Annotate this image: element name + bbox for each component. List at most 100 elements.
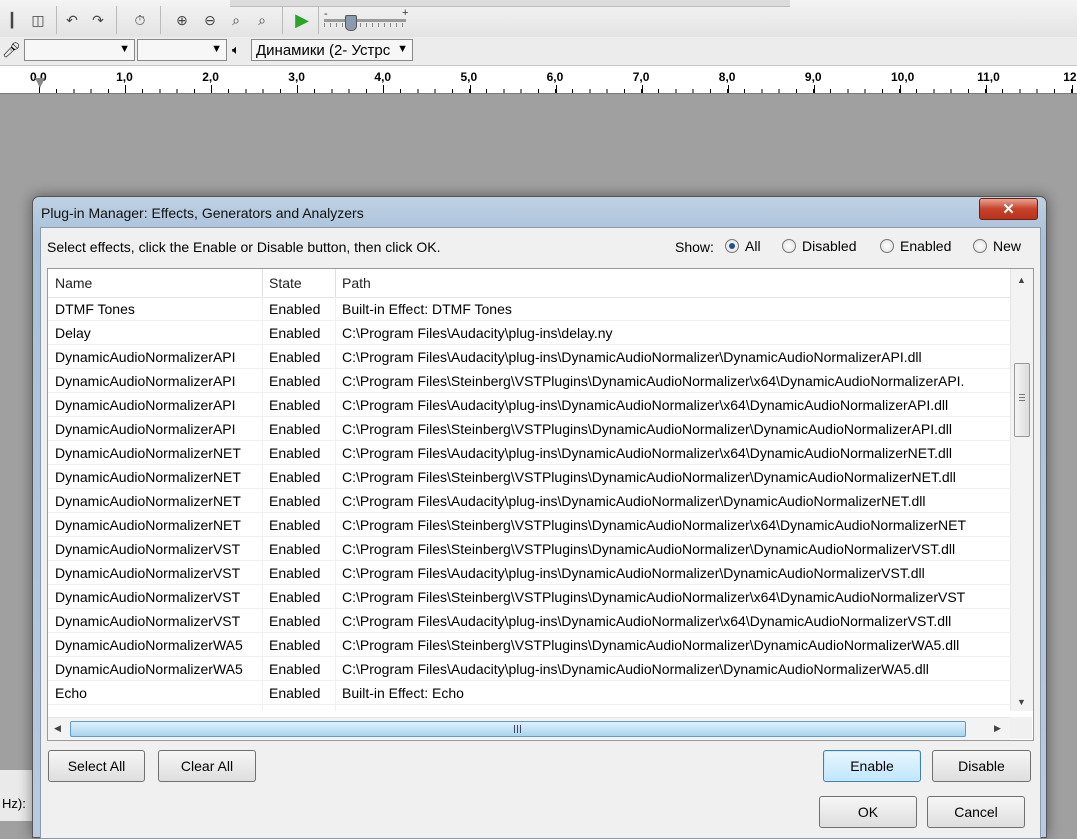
- zoom-out-icon[interactable]: ⊖: [198, 9, 222, 31]
- plugin-rows: DTMF Tones Enabled Built-in Effect: DTMF T…: [48, 297, 1010, 711]
- toolbar-strip: [230, 0, 790, 7]
- trim-icon[interactable]: ▕▏: [0, 9, 24, 31]
- filter-enabled-radio[interactable]: Enabled: [880, 238, 951, 254]
- horizontal-scrollbar[interactable]: ◀ ▶: [48, 717, 1010, 740]
- plugin-row[interactable]: DynamicAudioNormalizerVST Enabled C:\Progr…: [48, 609, 1010, 633]
- plugin-row[interactable]: DynamicAudioNormalizerVST Enabled C:\Progr…: [48, 585, 1010, 609]
- zoom-in-icon[interactable]: ⊕: [170, 9, 194, 31]
- plugin-row[interactable]: Echo Enabled Built-in Effect: Echo: [48, 681, 1010, 705]
- plugin-row[interactable]: DynamicAudioNormalizerNET Enabled C:\Progr…: [48, 465, 1010, 489]
- disable-button[interactable]: Disable: [932, 750, 1031, 782]
- list-header: Name State Path: [48, 269, 1010, 298]
- silence-icon[interactable]: ◫: [26, 9, 50, 31]
- enable-button[interactable]: Enable: [823, 750, 921, 782]
- plugin-name-cell: DynamicAudioNormalizerVST: [55, 589, 241, 605]
- timeline-ruler[interactable]: 0,0 1,0 2,0 3,0 4,0 5,0 6,0 7,0 8,0 9,0 10,0 11,0 12…: [0, 66, 1077, 94]
- audacity-toolbar: ▕▏ ◫ ↶ ↷ ⏱ ⊕ ⊖ ⌕ ⌕ ▶ - +: [0, 0, 1077, 38]
- plugin-name-cell: DynamicAudioNormalizerWA5: [55, 661, 243, 677]
- toolbar-divider: [56, 6, 57, 34]
- ruler-major-tick: [900, 85, 901, 93]
- plugin-path-cell: Built-in Effect: Echo: [342, 685, 464, 701]
- plugin-row[interactable]: DynamicAudioNormalizerWA5 Enabled C:\Progr…: [48, 657, 1010, 681]
- plugin-state-cell: Enabled: [269, 301, 321, 317]
- plugin-name-cell: Equalization: [55, 709, 261, 711]
- plugin-row[interactable]: DynamicAudioNormalizerAPI Enabled C:\Progr…: [48, 417, 1010, 441]
- scroll-left-icon[interactable]: ◀: [54, 723, 61, 734]
- plugin-name-cell: DynamicAudioNormalizerNET: [55, 493, 241, 509]
- plugin-path-cell: Built-in Effect: Equalization: [342, 709, 1010, 711]
- plugin-name-cell: DynamicAudioNormalizerVST: [55, 541, 241, 557]
- audio-host-dropdown[interactable]: ▼: [24, 39, 135, 61]
- column-divider[interactable]: [262, 269, 263, 297]
- ruler-minor-ticks: [39, 89, 1077, 93]
- scroll-up-icon[interactable]: ▲: [1017, 275, 1026, 285]
- plugin-path-cell: C:\Program Files\Audacity\plug-ins\delay…: [342, 325, 613, 341]
- fit-selection-icon[interactable]: ⌕: [224, 9, 248, 31]
- redo-icon[interactable]: ↷: [86, 9, 110, 31]
- plugin-row[interactable]: DynamicAudioNormalizerNET Enabled C:\Progr…: [48, 513, 1010, 537]
- clear-all-button[interactable]: Clear All: [158, 750, 256, 782]
- horizontal-scroll-thumb[interactable]: [70, 721, 966, 737]
- plugin-state-cell: Enabled: [269, 445, 321, 461]
- playhead-marker[interactable]: [35, 78, 45, 88]
- plugin-row[interactable]: DynamicAudioNormalizerAPI Enabled C:\Progr…: [48, 345, 1010, 369]
- filter-all-radio[interactable]: All: [725, 238, 761, 254]
- ruler-tick-label: 5,0: [460, 70, 478, 84]
- plugin-state-cell: Enabled: [269, 493, 321, 509]
- column-header-path[interactable]: Path: [342, 275, 371, 291]
- plugin-row[interactable]: DynamicAudioNormalizerNET Enabled C:\Progr…: [48, 489, 1010, 513]
- column-divider[interactable]: [335, 269, 336, 297]
- select-all-button[interactable]: Select All: [48, 750, 145, 782]
- column-header-name[interactable]: Name: [55, 275, 92, 291]
- playback-volume-slider[interactable]: [324, 19, 406, 22]
- plugin-row[interactable]: DynamicAudioNormalizerNET Enabled C:\Progr…: [48, 441, 1010, 465]
- radio-unselected-icon: [782, 239, 796, 253]
- scroll-down-icon[interactable]: ▼: [1017, 697, 1026, 707]
- speaker-icon: 🔈︎: [232, 42, 240, 57]
- sync-lock-icon[interactable]: ⏱: [128, 9, 152, 31]
- plugin-path-cell: C:\Program Files\Steinberg\VSTPlugins\Dy…: [342, 421, 952, 437]
- ruler-major-tick: [297, 85, 299, 93]
- plugin-name-cell: DynamicAudioNormalizerAPI: [55, 397, 236, 413]
- scroll-right-icon[interactable]: ▶: [994, 723, 1001, 734]
- plugin-state-cell: Enabled: [269, 565, 321, 581]
- column-header-state[interactable]: State: [269, 275, 302, 291]
- ok-button[interactable]: OK: [819, 796, 917, 828]
- instructions-text: Select effects, click the Enable or Disa…: [47, 239, 441, 255]
- recording-device-dropdown[interactable]: ▼: [137, 39, 227, 61]
- toolbar-divider: [318, 6, 319, 34]
- plugin-row[interactable]: DynamicAudioNormalizerVST Enabled C:\Progr…: [48, 537, 1010, 561]
- ruler-tick-label: 2,0: [202, 70, 219, 84]
- ruler-tick-label: 7,0: [632, 70, 650, 84]
- close-button[interactable]: ✕: [979, 198, 1038, 220]
- ruler-major-tick: [813, 85, 815, 93]
- plugin-state-cell: Enabled: [269, 325, 321, 341]
- plugin-row[interactable]: DynamicAudioNormalizerAPI Enabled C:\Progr…: [48, 393, 1010, 417]
- show-filter-label: Show:: [675, 239, 714, 255]
- volume-slider-thumb[interactable]: [345, 15, 357, 31]
- plugin-list[interactable]: Name State Path DTMF Tones Enabled Built-i…: [47, 268, 1034, 741]
- plugin-state-cell: Enabled: [269, 469, 321, 485]
- plugin-row[interactable]: DynamicAudioNormalizerAPI Enabled C:\Progr…: [48, 369, 1010, 393]
- filter-disabled-radio[interactable]: Disabled: [782, 238, 856, 254]
- cancel-button[interactable]: Cancel: [927, 796, 1025, 828]
- vertical-scroll-thumb[interactable]: [1014, 363, 1030, 437]
- toolbar-divider: [160, 6, 161, 34]
- play-icon[interactable]: ▶: [290, 9, 314, 31]
- fit-project-icon[interactable]: ⌕: [250, 9, 274, 31]
- vertical-scrollbar[interactable]: ▲ ▼: [1010, 269, 1033, 711]
- undo-icon[interactable]: ↶: [60, 9, 84, 31]
- plugin-row[interactable]: DTMF Tones Enabled Built-in Effect: DTMF T…: [48, 297, 1010, 321]
- plugin-path-cell: C:\Program Files\Audacity\plug-ins\Dynam…: [342, 661, 929, 677]
- plugin-row[interactable]: DynamicAudioNormalizerWA5 Enabled C:\Progr…: [48, 633, 1010, 657]
- filter-new-radio[interactable]: New: [973, 238, 1021, 254]
- ruler-major-tick: [211, 85, 213, 93]
- plugin-row[interactable]: Equalization Enabled Built-in Effect: Equa…: [48, 705, 1010, 711]
- plugin-path-cell: C:\Program Files\Audacity\plug-ins\Dynam…: [342, 493, 926, 509]
- plugin-path-cell: C:\Program Files\Steinberg\VSTPlugins\Dy…: [342, 637, 960, 653]
- plugin-state-cell: Enabled: [269, 517, 321, 533]
- plugin-row[interactable]: Delay Enabled C:\Program Files\Audacity\pl…: [48, 321, 1010, 345]
- plugin-row[interactable]: DynamicAudioNormalizerVST Enabled C:\Progr…: [48, 561, 1010, 585]
- plugin-state-cell: Enabled: [269, 421, 321, 437]
- playback-device-dropdown[interactable]: Динамики (2- Устрс ▼: [251, 39, 413, 61]
